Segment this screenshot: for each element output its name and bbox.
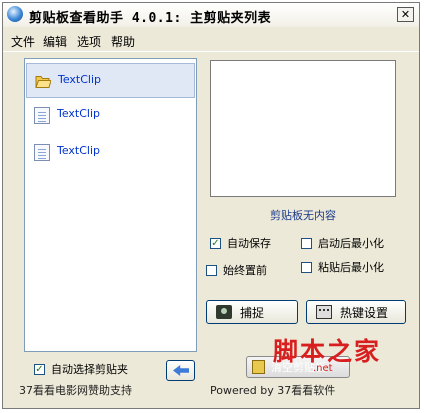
preview-empty-label: 剪贴板无内容 bbox=[270, 209, 336, 222]
back-button[interactable] bbox=[166, 360, 195, 381]
status-left: 37看看电影网赞助支持 bbox=[19, 384, 132, 397]
clip-label: TextClip bbox=[58, 73, 102, 86]
checkbox-box[interactable]: ✓ bbox=[34, 363, 45, 375]
document-icon bbox=[34, 144, 50, 161]
menu-edit[interactable]: 编辑 bbox=[43, 33, 67, 50]
capture-button[interactable]: 捕捉 bbox=[206, 300, 298, 324]
checkbox-label: 粘贴后最小化 bbox=[318, 261, 384, 274]
clip-preview-pane bbox=[210, 60, 396, 197]
main-window: 剪贴板查看助手 4.0.1: 主剪贴夹列表 ✕ 文件 编辑 选项 帮助 Text… bbox=[2, 2, 420, 409]
checkbox-label: 自动选择剪贴夹 bbox=[51, 363, 128, 376]
minimize-after-paste-checkbox[interactable]: 粘贴后最小化 bbox=[301, 259, 384, 275]
checkbox-label: 自动保存 bbox=[227, 237, 271, 250]
close-button[interactable]: ✕ bbox=[397, 7, 414, 22]
auto-select-clip-checkbox[interactable]: ✓ 自动选择剪贴夹 bbox=[34, 361, 128, 377]
minimize-on-start-checkbox[interactable]: 启动后最小化 bbox=[301, 235, 384, 251]
checkbox-box[interactable] bbox=[206, 264, 217, 276]
folder-icon bbox=[35, 76, 51, 88]
hotkey-settings-button[interactable]: 热键设置 bbox=[306, 300, 406, 324]
menu-divider bbox=[3, 51, 419, 52]
hotkey-label: 热键设置 bbox=[340, 305, 389, 320]
checkbox-label: 启动后最小化 bbox=[318, 237, 384, 250]
list-item-clip-2[interactable]: TextClip bbox=[26, 98, 195, 133]
auto-save-checkbox[interactable]: ✓ 自动保存 bbox=[210, 235, 271, 251]
capture-label: 捕捉 bbox=[240, 305, 265, 320]
menu-file[interactable]: 文件 bbox=[11, 33, 35, 50]
keyboard-icon bbox=[316, 305, 332, 319]
status-right: Powered by 37看看软件 bbox=[210, 384, 336, 397]
clear-icon bbox=[252, 360, 265, 374]
clip-label: TextClip bbox=[57, 107, 101, 120]
menu-bar: 文件 编辑 选项 帮助 bbox=[3, 29, 419, 52]
menu-help[interactable]: 帮助 bbox=[111, 33, 135, 50]
camera-icon bbox=[216, 305, 232, 319]
app-icon bbox=[7, 6, 23, 22]
window-title: 剪贴板查看助手 4.0.1: 主剪贴夹列表 bbox=[29, 11, 272, 26]
list-item-clip-1[interactable]: TextClip bbox=[26, 63, 195, 98]
clip-list[interactable]: TextClip TextClip TextClip bbox=[24, 58, 197, 352]
checkbox-label: 始终置前 bbox=[223, 264, 267, 277]
clip-label: TextClip bbox=[57, 144, 101, 157]
arrow-left-icon bbox=[173, 365, 189, 376]
watermark-sub: .net bbox=[313, 363, 333, 374]
menu-options[interactable]: 选项 bbox=[77, 33, 101, 50]
checkbox-box[interactable]: ✓ bbox=[210, 237, 221, 249]
list-item-clip-3[interactable]: TextClip bbox=[26, 135, 195, 170]
checkbox-box[interactable] bbox=[301, 237, 312, 249]
title-bar: 剪贴板查看助手 4.0.1: 主剪贴夹列表 ✕ bbox=[3, 3, 419, 27]
always-on-top-checkbox[interactable]: 始终置前 bbox=[206, 262, 267, 278]
checkbox-box[interactable] bbox=[301, 261, 312, 273]
document-icon bbox=[34, 107, 50, 124]
